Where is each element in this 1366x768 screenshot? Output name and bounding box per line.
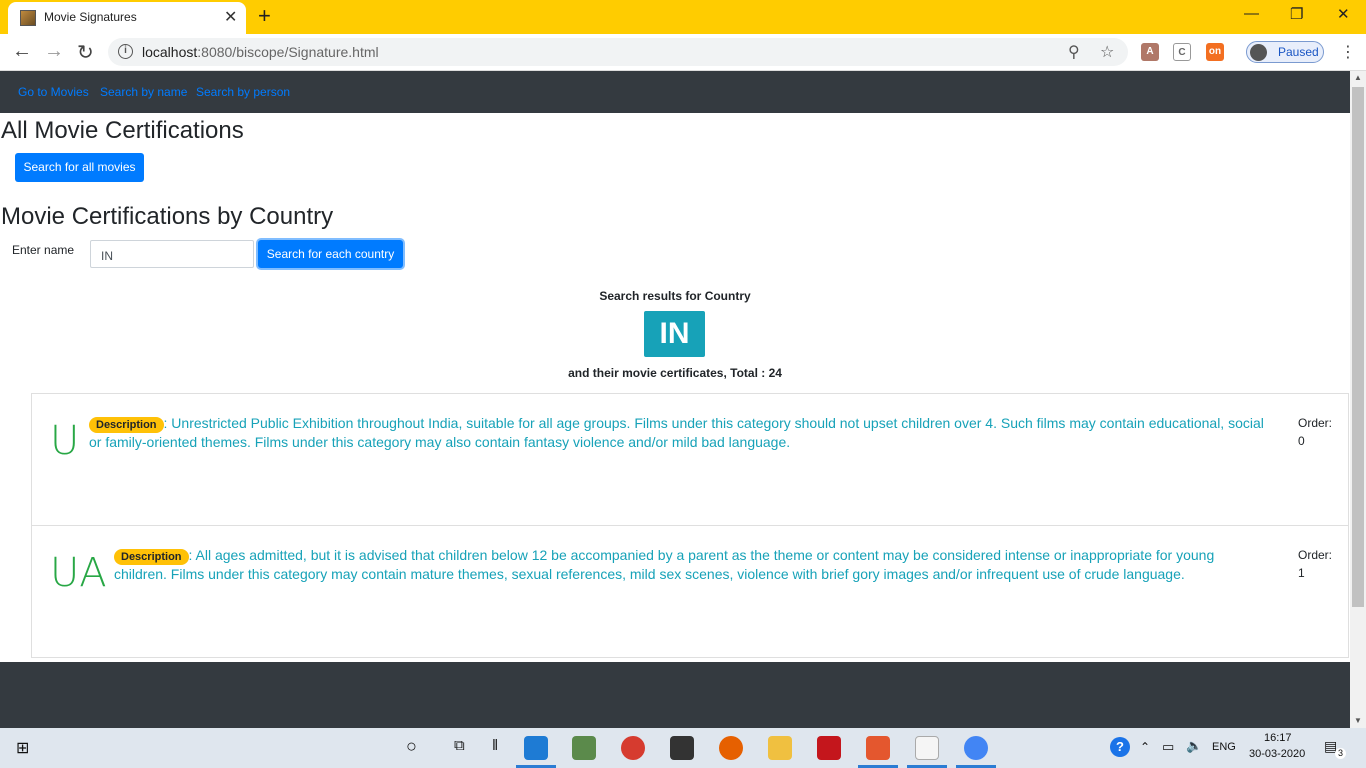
certificate-code: UA <box>50 550 107 596</box>
bookmark-star-icon[interactable]: ☆ <box>1100 42 1114 62</box>
tab-close-icon[interactable]: ✕ <box>224 7 237 27</box>
certificate-code: U <box>50 418 80 464</box>
description-text: : Unrestricted Public Exhibition through… <box>89 415 1264 450</box>
country-name-input[interactable]: IN <box>90 240 254 268</box>
new-tab-icon[interactable]: + <box>258 3 271 29</box>
search-each-country-button[interactable]: Search for each country <box>258 240 403 268</box>
certificate-card: U Description: Unrestricted Public Exhib… <box>31 393 1349 526</box>
reload-icon[interactable]: ↻ <box>77 40 94 65</box>
app-reader-icon[interactable] <box>866 736 890 760</box>
certificate-description: Description: All ages admitted, but it i… <box>114 546 1264 583</box>
avatar <box>1250 44 1267 61</box>
firefox-icon[interactable] <box>719 736 743 760</box>
language-indicator[interactable]: ENG <box>1212 741 1236 753</box>
all-certifications-title: All Movie Certifications <box>1 117 244 144</box>
scroll-up-icon[interactable]: ▲ <box>1354 73 1362 82</box>
search-all-movies-button[interactable]: Search for all movies <box>15 153 144 182</box>
search-circle-icon[interactable]: ○ <box>406 736 417 757</box>
clock-date[interactable]: 30-03-2020 <box>1249 748 1305 760</box>
enter-name-label: Enter name <box>12 243 75 257</box>
page-scrollbar[interactable]: ▲ ▼ <box>1350 71 1366 728</box>
certificate-card: UA Description: All ages admitted, but i… <box>31 525 1349 658</box>
task-view-icon[interactable]: ⧉ <box>454 737 465 754</box>
tray-chevron-icon[interactable]: ⌃ <box>1140 740 1150 754</box>
order-label: Order: <box>1298 548 1333 562</box>
help-icon[interactable]: ? <box>1110 737 1130 757</box>
certificate-order: Order: 1 <box>1298 546 1332 582</box>
url-text[interactable]: localhost:8080/biscope/Signature.html <box>142 44 379 60</box>
battery-icon[interactable]: ▭ <box>1162 739 1174 755</box>
page-footer <box>0 662 1350 728</box>
acrobat-icon[interactable] <box>817 736 841 760</box>
certificate-description: Description: Unrestricted Public Exhibit… <box>89 414 1279 451</box>
results-total: and their movie certificates, Total : 24 <box>568 366 782 380</box>
nav-link-search-name[interactable]: Search by name <box>100 85 187 99</box>
pdf-extension-icon[interactable]: A <box>1141 43 1159 61</box>
certificate-order: Order: 0 <box>1298 414 1332 450</box>
store-icon[interactable] <box>670 736 694 760</box>
back-arrow-icon[interactable]: ← <box>12 40 32 63</box>
country-certifications-title: Movie Certifications by Country <box>1 203 334 230</box>
description-badge: Description <box>89 417 164 433</box>
minimize-icon[interactable]: — <box>1244 5 1259 22</box>
description-badge: Description <box>114 549 189 565</box>
nav-link-movies[interactable]: Go to Movies <box>18 85 89 99</box>
menu-kebab-icon[interactable]: ⋮ <box>1340 42 1356 62</box>
volume-icon[interactable]: 🔈 <box>1186 738 1202 754</box>
scroll-down-icon[interactable]: ▼ <box>1354 716 1362 725</box>
results-heading: Search results for Country <box>599 289 751 303</box>
site-info-icon[interactable]: i <box>118 44 133 59</box>
browser-tab[interactable]: Movie Signatures ✕ <box>8 2 246 34</box>
nav-link-search-person[interactable]: Search by person <box>196 85 290 99</box>
order-value: 1 <box>1298 566 1305 580</box>
evernote-icon[interactable] <box>572 736 596 760</box>
windows-taskbar: ⊞ ○ ⧉ ‖ ? ⌃ ▭ 🔈 ENG 16:17 30-03-2020 ▤ 3 <box>0 728 1366 768</box>
extension-c-icon[interactable]: C <box>1173 43 1191 61</box>
edge-icon[interactable] <box>524 736 548 760</box>
notification-count: 3 <box>1335 748 1346 759</box>
description-text: : All ages admitted, but it is advised t… <box>114 547 1215 582</box>
taskbar-divider-icon: ‖ <box>492 737 499 754</box>
java-icon[interactable] <box>915 736 939 760</box>
profile-label: Paused <box>1278 45 1319 59</box>
top-navbar: Go to Movies Search by name Search by pe… <box>0 71 1350 113</box>
zoom-icon[interactable]: ⚲ <box>1068 42 1080 62</box>
chrome-icon[interactable] <box>964 736 988 760</box>
address-bar[interactable]: i localhost:8080/biscope/Signature.html … <box>108 38 1128 66</box>
tab-favicon-icon <box>20 10 36 26</box>
country-badge: IN <box>644 311 705 357</box>
page-content: Go to Movies Search by name Search by pe… <box>0 71 1350 728</box>
profile-button[interactable]: Paused <box>1246 41 1324 63</box>
window-close-icon[interactable]: ✕ <box>1337 5 1350 23</box>
clock-time[interactable]: 16:17 <box>1264 732 1292 744</box>
file-explorer-icon[interactable] <box>768 736 792 760</box>
certificate-list: U Description: Unrestricted Public Exhib… <box>31 393 1349 658</box>
app-p-icon[interactable] <box>621 736 645 760</box>
extension-on-icon[interactable]: on <box>1206 43 1224 61</box>
windows-start-icon[interactable]: ⊞ <box>16 738 29 758</box>
tab-title: Movie Signatures <box>44 10 137 24</box>
browser-toolbar: ← → ↻ i localhost:8080/biscope/Signature… <box>0 34 1366 71</box>
browser-tabstrip: Movie Signatures ✕ + — ❐ ✕ <box>0 0 1366 34</box>
order-value: 0 <box>1298 434 1305 448</box>
restore-icon[interactable]: ❐ <box>1290 5 1303 23</box>
forward-arrow-icon[interactable]: → <box>44 40 64 63</box>
order-label: Order: <box>1298 416 1333 430</box>
scroll-thumb[interactable] <box>1352 87 1364 607</box>
